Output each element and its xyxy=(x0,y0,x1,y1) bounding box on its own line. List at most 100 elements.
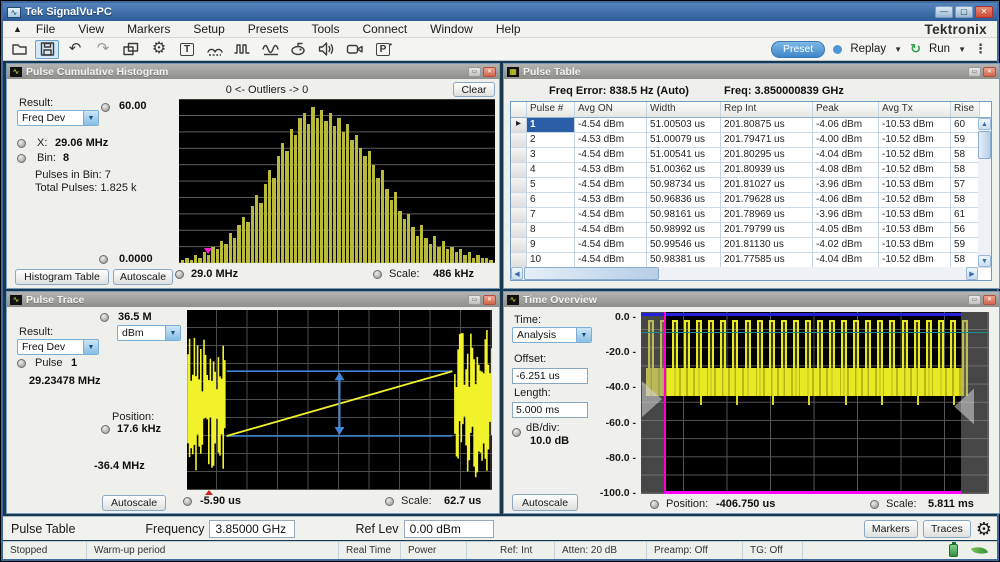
table-cell-avg_tx[interactable]: -10.53 dBm xyxy=(879,178,951,192)
histogram-panel-title-bar[interactable]: ∿ Pulse Cumulative Histogram ▭ ✕ xyxy=(7,64,499,79)
row-selector[interactable] xyxy=(511,223,527,237)
table-cell-avg_on[interactable]: -4.54 dBm xyxy=(575,178,647,192)
redo-icon[interactable]: ↷ xyxy=(91,40,115,59)
table-row[interactable]: 7-4.54 dBm50.98161 us201.78969 us-3.96 d… xyxy=(511,208,991,223)
column-header[interactable]: Pulse # xyxy=(527,102,575,117)
table-cell-rise[interactable]: 59 xyxy=(951,238,980,252)
more-options-icon[interactable]: ⋮ xyxy=(974,41,987,57)
row-selector[interactable] xyxy=(511,208,527,222)
table-cell-rise[interactable]: 58 xyxy=(951,253,980,267)
preset-button[interactable]: Preset xyxy=(771,41,825,58)
table-cell-rep_int[interactable]: 201.81027 us xyxy=(721,178,813,192)
knob-icon[interactable] xyxy=(101,103,110,112)
text-note-icon[interactable]: T xyxy=(175,40,199,59)
knob-icon[interactable] xyxy=(99,255,108,264)
menu-item-markers[interactable]: Markers xyxy=(127,22,170,36)
table-row[interactable]: 2-4.53 dBm51.00079 us201.79471 us-4.00 d… xyxy=(511,133,991,148)
table-cell-width[interactable]: 51.00503 us xyxy=(647,118,721,132)
chevron-down-icon[interactable]: ▼ xyxy=(576,328,591,342)
close-icon[interactable]: ✕ xyxy=(975,6,993,18)
histogram-marker-icon[interactable] xyxy=(204,248,212,254)
table-cell-avg_on[interactable]: -4.53 dBm xyxy=(575,133,647,147)
panel-close-icon[interactable]: ✕ xyxy=(483,295,496,305)
table-cell-peak[interactable]: -4.02 dBm xyxy=(813,238,879,252)
menu-item-help[interactable]: Help xyxy=(496,22,521,36)
horizontal-scroll-thumb[interactable] xyxy=(524,267,659,280)
table-cell-rise[interactable]: 58 xyxy=(951,148,980,162)
table-cell-peak[interactable]: -4.05 dBm xyxy=(813,223,879,237)
table-cell-rise[interactable]: 61 xyxy=(951,208,980,222)
column-header[interactable]: Rep Int xyxy=(721,102,813,117)
table-cell-avg_tx[interactable]: -10.52 dBm xyxy=(879,163,951,177)
row-selector[interactable] xyxy=(511,178,527,192)
vertical-scroll-thumb[interactable] xyxy=(978,131,991,159)
table-cell-width[interactable]: 50.99546 us xyxy=(647,238,721,252)
table-cell-rise[interactable]: 59 xyxy=(951,133,980,147)
table-cell-avg_on[interactable]: -4.54 dBm xyxy=(575,223,647,237)
knob-icon[interactable] xyxy=(17,154,26,163)
table-cell-pulse[interactable]: 5 xyxy=(527,178,575,192)
minimize-icon[interactable]: — xyxy=(935,6,953,18)
table-row[interactable]: 10-4.54 dBm50.98381 us201.77585 us-4.04 … xyxy=(511,253,991,268)
table-cell-peak[interactable]: -4.04 dBm xyxy=(813,253,879,267)
row-selector[interactable] xyxy=(511,133,527,147)
analysis-start-line[interactable] xyxy=(664,312,666,494)
row-selector[interactable]: ▸ xyxy=(511,118,527,132)
table-cell-width[interactable]: 50.96836 us xyxy=(647,193,721,207)
table-cell-pulse[interactable]: 6 xyxy=(527,193,575,207)
table-cell-avg_on[interactable]: -4.53 dBm xyxy=(575,163,647,177)
knob-icon[interactable] xyxy=(101,425,110,434)
knob-icon[interactable] xyxy=(373,270,382,279)
maximize-icon[interactable]: ▢ xyxy=(955,6,973,18)
pulse-table[interactable]: Pulse #Avg ONWidthRep IntPeakAvg TxRise … xyxy=(510,101,992,281)
vertical-scrollbar[interactable]: ▲ ▼ xyxy=(978,118,991,267)
table-cell-rep_int[interactable]: 201.78969 us xyxy=(721,208,813,222)
replay-chevron-icon[interactable]: ▼ xyxy=(894,45,902,54)
table-cell-peak[interactable]: -4.04 dBm xyxy=(813,148,879,162)
knob-icon[interactable] xyxy=(183,497,192,506)
run-chevron-icon[interactable]: ▼ xyxy=(958,45,966,54)
knob-icon[interactable] xyxy=(870,500,879,509)
autoscale-button[interactable]: Autoscale xyxy=(113,269,173,285)
table-cell-width[interactable]: 50.98992 us xyxy=(647,223,721,237)
table-cell-width[interactable]: 51.00079 us xyxy=(647,133,721,147)
table-cell-peak[interactable]: -3.96 dBm xyxy=(813,178,879,192)
table-cell-width[interactable]: 50.98381 us xyxy=(647,253,721,267)
trace-math-icon[interactable] xyxy=(259,40,283,59)
displays-icon[interactable] xyxy=(119,40,143,59)
knob-icon[interactable] xyxy=(385,497,394,506)
table-cell-rise[interactable]: 58 xyxy=(951,193,980,207)
window-title-bar[interactable]: ∿ Tek SignalVu-PC — ▢ ✕ xyxy=(3,3,997,21)
table-cell-avg_on[interactable]: -4.54 dBm xyxy=(575,148,647,162)
table-cell-avg_tx[interactable]: -10.52 dBm xyxy=(879,148,951,162)
table-cell-avg_tx[interactable]: -10.53 dBm xyxy=(879,223,951,237)
knob-icon[interactable] xyxy=(512,428,521,437)
table-cell-peak[interactable]: -4.06 dBm xyxy=(813,193,879,207)
time-overview-plot[interactable] xyxy=(641,312,989,494)
rf-knob-icon[interactable] xyxy=(287,40,311,59)
result-dropdown[interactable]: Freq Dev ▼ xyxy=(17,339,99,355)
panel-close-icon[interactable]: ✕ xyxy=(983,295,996,305)
table-cell-pulse[interactable]: 1 xyxy=(527,118,575,132)
table-cell-avg_tx[interactable]: -10.53 dBm xyxy=(879,238,951,252)
table-row[interactable]: ▸1-4.54 dBm51.00503 us201.80875 us-4.06 … xyxy=(511,118,991,133)
table-cell-width[interactable]: 51.00541 us xyxy=(647,148,721,162)
ref-level-input[interactable] xyxy=(404,520,494,538)
chevron-down-icon[interactable]: ▼ xyxy=(83,111,98,125)
column-header[interactable]: Width xyxy=(647,102,721,117)
camera-icon[interactable] xyxy=(343,40,367,59)
table-cell-avg_on[interactable]: -4.54 dBm xyxy=(575,118,647,132)
knob-icon[interactable] xyxy=(17,139,26,148)
time-overview-title-bar[interactable]: ∿ Time Overview ▭ ✕ xyxy=(504,292,999,307)
table-cell-rep_int[interactable]: 201.80875 us xyxy=(721,118,813,132)
histogram-table-button[interactable]: Histogram Table xyxy=(15,269,109,285)
scroll-down-icon[interactable]: ▼ xyxy=(978,255,991,267)
row-selector[interactable] xyxy=(511,148,527,162)
table-cell-width[interactable]: 50.98161 us xyxy=(647,208,721,222)
table-row[interactable]: 3-4.54 dBm51.00541 us201.80295 us-4.04 d… xyxy=(511,148,991,163)
knob-icon[interactable] xyxy=(17,359,26,368)
table-cell-rep_int[interactable]: 201.80295 us xyxy=(721,148,813,162)
table-cell-rep_int[interactable]: 201.79471 us xyxy=(721,133,813,147)
units-dropdown[interactable]: dBm ▼ xyxy=(117,325,181,341)
scroll-right-icon[interactable]: ▶ xyxy=(966,267,978,280)
